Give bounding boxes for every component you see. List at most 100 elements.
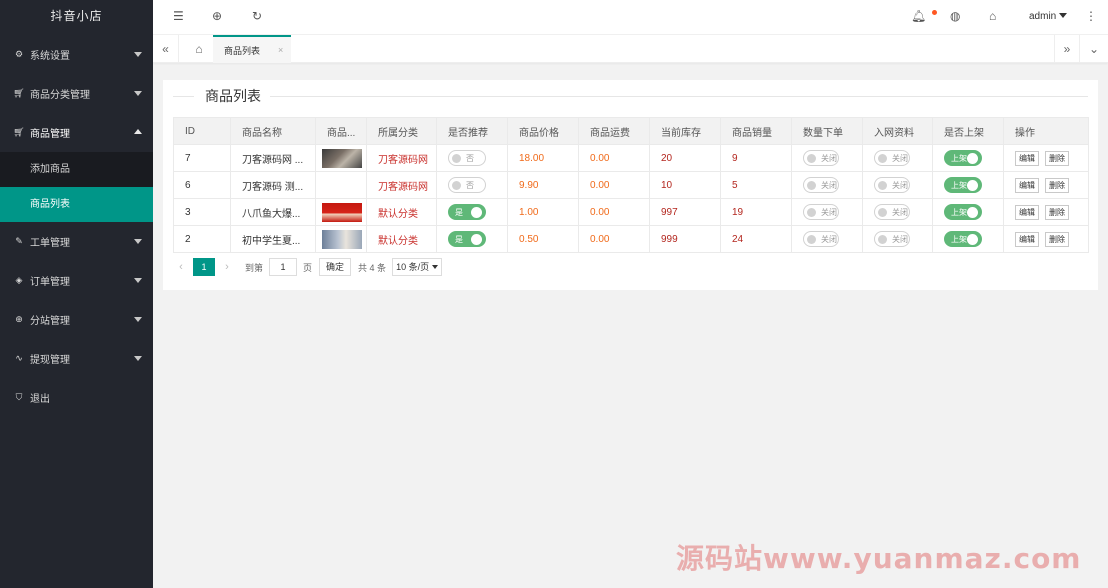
- cell-recommend: 是: [436, 198, 508, 226]
- more-vertical-icon[interactable]: ⋮: [1085, 9, 1097, 23]
- cell-id: 2: [173, 225, 231, 253]
- home-icon[interactable]: ⌂: [185, 35, 213, 63]
- cell-freight: 0.00: [578, 144, 650, 172]
- product-thumbnail[interactable]: [322, 202, 362, 222]
- qty-order-switch[interactable]: 关闭: [803, 231, 839, 247]
- edit-button[interactable]: 编辑: [1015, 150, 1039, 166]
- cell-freight: 0.00: [578, 225, 650, 253]
- tabs-scroll-right-icon[interactable]: »: [1054, 35, 1080, 63]
- edit-icon: ✎: [15, 236, 23, 246]
- sidebar-item-label: 商品管理: [30, 129, 70, 140]
- tag-icon[interactable]: ⌂: [989, 9, 996, 23]
- column-header[interactable]: 当前库存: [649, 117, 721, 145]
- qty-order-switch[interactable]: 关闭: [803, 150, 839, 166]
- qty-order-switch[interactable]: 关闭: [803, 177, 839, 193]
- gear-icon: ⚙: [14, 49, 24, 59]
- shield-icon: ⛉: [15, 392, 23, 402]
- page-size-select[interactable]: 10 条/页: [392, 258, 443, 276]
- table-row: 3 八爪鱼大爆... 默认分类 是 1.00 0.00 997 19 关闭 关闭…: [173, 198, 1089, 226]
- confirm-button[interactable]: 确定: [319, 258, 352, 276]
- chevron-right-icon[interactable]: ›: [219, 261, 235, 273]
- network-switch[interactable]: 关闭: [874, 204, 910, 220]
- product-thumbnail[interactable]: [322, 229, 362, 249]
- network-switch[interactable]: 关闭: [874, 231, 910, 247]
- sidebar-item-ticket-management[interactable]: ✎ 工单管理: [0, 222, 153, 261]
- page-jump-input[interactable]: 1: [269, 258, 298, 276]
- cart-icon: 🛒︎: [13, 88, 25, 98]
- switch-knob: [967, 180, 978, 191]
- cell-image: [315, 225, 367, 253]
- top-header: ☰ ⊕ ↻ 🔔︎ ◍ ⌂ admin ⋮: [153, 0, 1108, 35]
- network-switch[interactable]: 关闭: [874, 177, 910, 193]
- edit-button[interactable]: 编辑: [1015, 204, 1039, 220]
- theme-icon[interactable]: ◍: [950, 9, 960, 23]
- cell-price: 1.00: [507, 198, 579, 226]
- chevron-left-icon[interactable]: ‹: [173, 261, 189, 273]
- column-header[interactable]: 商品名称: [230, 117, 316, 145]
- column-header[interactable]: 是否上架: [932, 117, 1004, 145]
- column-header[interactable]: 商品价格: [507, 117, 579, 145]
- menu-toggle-icon[interactable]: ☰: [173, 9, 184, 23]
- globe-icon: ⊕: [15, 314, 23, 324]
- sidebar-item-order-management[interactable]: ◈ 订单管理: [0, 261, 153, 300]
- column-header[interactable]: 商品销量: [720, 117, 792, 145]
- page-button-current[interactable]: 1: [193, 258, 215, 276]
- sidebar-item-add-product[interactable]: 添加商品: [0, 152, 153, 187]
- tabs-dropdown-icon[interactable]: ⌄: [1081, 35, 1107, 63]
- tab-product-list[interactable]: 商品列表 ×: [213, 35, 291, 63]
- cell-qty-order: 关闭: [791, 225, 863, 253]
- globe-icon[interactable]: ⊕: [212, 9, 222, 23]
- edit-button[interactable]: 编辑: [1015, 231, 1039, 247]
- recommend-switch[interactable]: 否: [448, 150, 486, 166]
- cell-image: [315, 171, 367, 199]
- sidebar-item-system-settings[interactable]: ⚙ 系统设置: [0, 35, 153, 74]
- column-header[interactable]: 是否推荐: [436, 117, 508, 145]
- page-size-value: 10 条/页: [396, 262, 430, 272]
- table-row: 6 刀客源码 测... 刀客源码网 否 9.90 0.00 10 5 关闭 关闭…: [173, 171, 1089, 199]
- cell-sales: 9: [720, 144, 792, 172]
- tabs-scroll-left-icon[interactable]: «: [153, 35, 179, 63]
- bell-icon[interactable]: 🔔︎: [911, 9, 926, 23]
- edit-button[interactable]: 编辑: [1015, 177, 1039, 193]
- page-unit-label: 页: [303, 262, 313, 273]
- cell-listed: 上架: [932, 171, 1004, 199]
- chevron-down-icon: [134, 278, 142, 283]
- refresh-icon[interactable]: ↻: [252, 9, 262, 23]
- sidebar-item-category-management[interactable]: 🛒︎ 商品分类管理: [0, 74, 153, 113]
- column-header[interactable]: 入网资料: [862, 117, 933, 145]
- product-thumbnail[interactable]: [322, 148, 362, 168]
- switch-label: 是: [455, 235, 463, 244]
- listed-switch[interactable]: 上架: [944, 177, 982, 193]
- sidebar-item-product-list[interactable]: 商品列表: [0, 187, 153, 222]
- delete-button[interactable]: 删除: [1045, 231, 1069, 247]
- sidebar-item-withdraw-management[interactable]: ∿ 提现管理: [0, 339, 153, 378]
- layers-icon: ◈: [15, 275, 23, 285]
- divider: [173, 96, 1088, 97]
- listed-switch[interactable]: 上架: [944, 150, 982, 166]
- table-header-row: ID 商品名称 商品... 所属分类 是否推荐 商品价格 商品运费 当前库存 商…: [173, 117, 1089, 145]
- delete-button[interactable]: 删除: [1045, 177, 1069, 193]
- column-header[interactable]: 商品...: [315, 117, 367, 145]
- delete-button[interactable]: 删除: [1045, 150, 1069, 166]
- network-switch[interactable]: 关闭: [874, 150, 910, 166]
- sidebar-item-logout[interactable]: ⛉ 退出: [0, 378, 153, 417]
- user-menu[interactable]: admin: [1029, 11, 1068, 22]
- recommend-switch[interactable]: 是: [448, 231, 486, 247]
- qty-order-switch[interactable]: 关闭: [803, 204, 839, 220]
- column-header[interactable]: ID: [173, 117, 231, 145]
- switch-knob: [471, 234, 482, 245]
- cell-network: 关闭: [862, 144, 933, 172]
- delete-button[interactable]: 删除: [1045, 204, 1069, 220]
- column-header[interactable]: 商品运费: [578, 117, 650, 145]
- sidebar-item-product-management[interactable]: 🛒︎ 商品管理: [0, 113, 153, 152]
- column-header[interactable]: 数量下单: [791, 117, 863, 145]
- column-header[interactable]: 所属分类: [366, 117, 437, 145]
- listed-switch[interactable]: 上架: [944, 204, 982, 220]
- listed-switch[interactable]: 上架: [944, 231, 982, 247]
- column-header[interactable]: 操作: [1003, 117, 1089, 145]
- recommend-switch[interactable]: 否: [448, 177, 486, 193]
- recommend-switch[interactable]: 是: [448, 204, 486, 220]
- sidebar-item-substation-management[interactable]: ⊕ 分站管理: [0, 300, 153, 339]
- sidebar-item-label: 分站管理: [30, 316, 70, 327]
- close-icon[interactable]: ×: [278, 45, 283, 55]
